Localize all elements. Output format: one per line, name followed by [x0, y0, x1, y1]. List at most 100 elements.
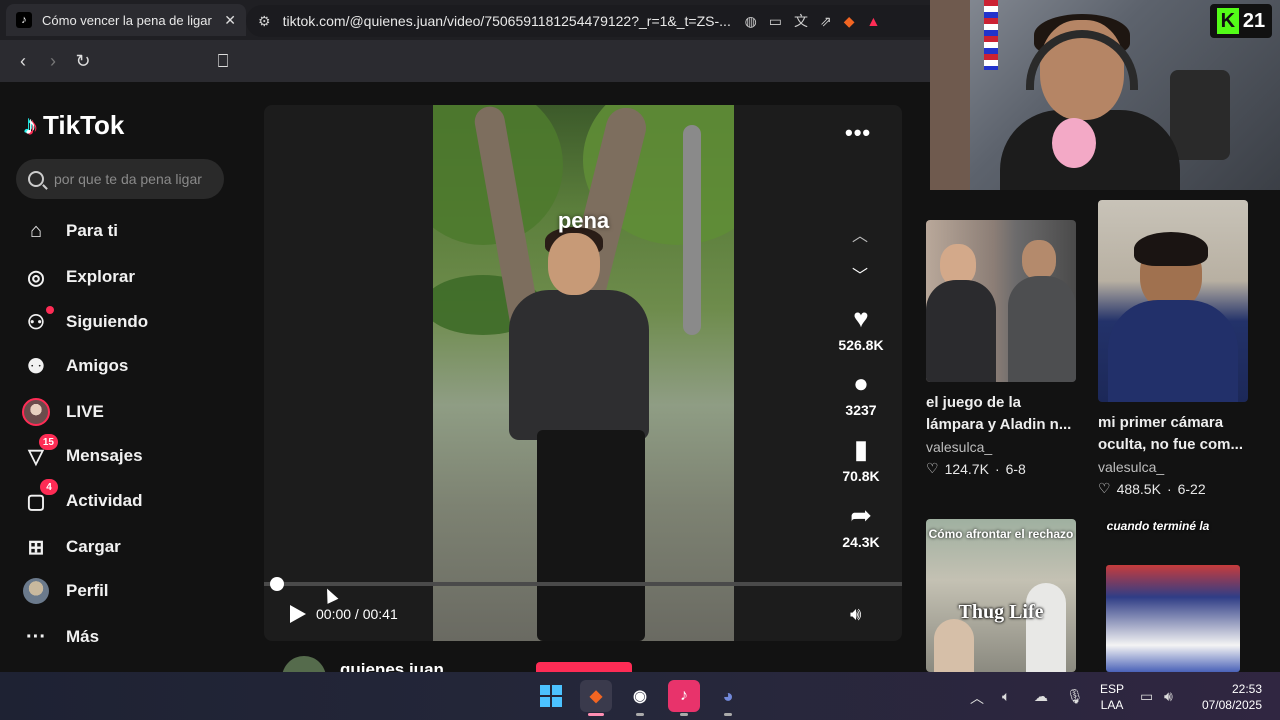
- forward-icon[interactable]: ›: [38, 51, 68, 72]
- comment-icon: ●: [853, 368, 869, 398]
- cast-icon[interactable]: ▭: [769, 13, 782, 30]
- sidebar-item-explorar[interactable]: ◎ Explorar: [22, 257, 242, 297]
- share-icon[interactable]: ⇗: [820, 13, 832, 30]
- speaker-tray-icon[interactable]: 🔈︎: [1002, 688, 1010, 705]
- logo-text: TikTok: [43, 110, 125, 140]
- sidebar-item-para-ti[interactable]: ⌂ Para ti: [22, 211, 242, 251]
- sidebar-item-siguiendo[interactable]: ⚇ Siguiendo: [22, 302, 242, 342]
- save-action[interactable]: ▮ 70.8K: [830, 436, 892, 484]
- rec-thumbnail[interactable]: [926, 220, 1076, 382]
- video-progress-bar[interactable]: [264, 577, 902, 591]
- read-aloud-icon[interactable]: ◍: [745, 13, 757, 30]
- search-input[interactable]: [54, 171, 214, 187]
- messages-icon: ▽ 15: [22, 434, 58, 470]
- rec-likes: 124.7K: [944, 460, 989, 477]
- rec-card[interactable]: mi primer cámara oculta, no fue com... v…: [1098, 200, 1248, 497]
- obs-icon[interactable]: ◉: [624, 680, 656, 712]
- separator: ·: [994, 460, 1000, 477]
- home-icon: ⌂: [29, 219, 43, 242]
- back-icon[interactable]: ‹: [8, 51, 38, 72]
- browser-toolbar: ‹ › ↻ ⎕: [0, 40, 930, 82]
- video-time: 00:00 / 00:41: [316, 606, 398, 622]
- search-icon: [28, 171, 44, 187]
- sidebar-item-label: Actividad: [66, 491, 143, 510]
- brave-rewards-icon[interactable]: ▲: [867, 13, 881, 29]
- activity-badge: 4: [40, 479, 58, 495]
- app-indicator: [724, 713, 732, 716]
- microphone-icon[interactable]: 🎙︎: [1066, 688, 1084, 705]
- network-off-icon[interactable]: ☁: [1034, 688, 1048, 705]
- rec-thumbnail[interactable]: [1098, 200, 1248, 402]
- play-icon[interactable]: [286, 603, 308, 625]
- more-icon: ···: [26, 625, 46, 648]
- save-count: 70.8K: [842, 468, 880, 484]
- volume-tray-icon[interactable]: 🔊︎: [1164, 688, 1173, 705]
- system-clock[interactable]: 22:53 07/08/2025: [1196, 681, 1262, 713]
- address-bar[interactable]: ⚙ tiktok.com/@quienes.juan/video/7506591…: [246, 5, 930, 37]
- close-tab-icon[interactable]: ✕: [224, 12, 236, 29]
- author-name[interactable]: quienes.juan: [340, 660, 444, 672]
- display-icon[interactable]: ▭: [1140, 688, 1153, 705]
- language-indicator[interactable]: ESP LAA: [1098, 681, 1126, 713]
- progress-knob[interactable]: [270, 577, 284, 591]
- rec-card[interactable]: Cómo afrontar el rechazo Thug Life: [926, 519, 1076, 672]
- like-count: 526.8K: [838, 337, 884, 353]
- browser-tab[interactable]: ♪ Cómo vencer la pena de ligar | Ti ✕: [6, 4, 246, 36]
- clock-date: 07/08/2025: [1201, 698, 1262, 712]
- author-avatar[interactable]: [282, 656, 326, 672]
- tiktok-app-icon[interactable]: ♪: [668, 680, 700, 712]
- rec-thumbnail[interactable]: cuando terminé la: [1098, 519, 1248, 672]
- sidebar-item-cargar[interactable]: ⊞ Cargar: [22, 527, 242, 567]
- tiktok-logo[interactable]: ♪ TikTok: [24, 110, 124, 141]
- next-video-icon[interactable]: ﹀: [852, 262, 868, 286]
- rec-thumbnail[interactable]: Cómo afrontar el rechazo Thug Life: [926, 519, 1076, 672]
- live-avatar: [22, 398, 50, 426]
- notification-dot: [46, 306, 54, 314]
- brave-browser-icon[interactable]: ◆: [580, 680, 612, 712]
- volume-icon[interactable]: 🔊︎: [850, 604, 861, 625]
- tray-chevron-icon[interactable]: ︿: [970, 688, 984, 708]
- search-box[interactable]: [16, 159, 224, 199]
- rec-title[interactable]: el juego de la lámpara y Aladin n...: [926, 392, 1076, 436]
- share-action[interactable]: ➦ 24.3K: [830, 502, 892, 550]
- sidebar-item-actividad[interactable]: ▢ 4 Actividad: [22, 479, 242, 521]
- messages-badge: 15: [38, 434, 58, 450]
- sidebar-item-amigos[interactable]: ⚉ Amigos: [22, 346, 242, 386]
- sidebar-item-label: Más: [66, 627, 100, 646]
- sidebar-item-mensajes[interactable]: ▽ 15 Mensajes: [22, 434, 242, 476]
- sidebar-item-label: Mensajes: [66, 446, 143, 465]
- comment-action[interactable]: ● 3237: [830, 370, 892, 418]
- rec-card[interactable]: cuando terminé la: [1098, 519, 1248, 672]
- sidebar-item-mas[interactable]: ··· Más: [22, 617, 242, 657]
- bookmark-icon: ▮: [853, 434, 869, 464]
- kick-logo-icon: K: [1216, 8, 1239, 34]
- more-options-icon[interactable]: •••: [845, 120, 871, 146]
- sidebar-item-live[interactable]: LIVE: [22, 392, 242, 432]
- rec-meta: ♡ 488.5K · 6-22: [1098, 480, 1248, 497]
- video-frame[interactable]: pena: [433, 105, 734, 641]
- rec-title[interactable]: mi primer cámara oculta, no fue com...: [1098, 412, 1248, 456]
- windows-start-icon[interactable]: [535, 680, 567, 712]
- rec-meta: ♡ 124.7K · 6-8: [926, 460, 1076, 477]
- sidebar-item-label: Explorar: [66, 267, 135, 286]
- rec-author[interactable]: valesulca_: [926, 439, 1076, 455]
- translate-icon[interactable]: 文: [794, 11, 808, 31]
- reload-icon[interactable]: ↻: [68, 51, 98, 72]
- rec-author[interactable]: valesulca_: [1098, 459, 1248, 475]
- activity-icon: ▢ 4: [22, 479, 58, 515]
- site-settings-icon[interactable]: ⚙: [258, 13, 271, 30]
- sidebar-item-label: LIVE: [66, 402, 104, 421]
- rec-card[interactable]: el juego de la lámpara y Aladin n... val…: [926, 220, 1076, 477]
- compass-icon: ◎: [27, 266, 45, 289]
- like-action[interactable]: ♥ 526.8K: [830, 305, 892, 353]
- discord-icon[interactable]: ◕: [712, 680, 744, 712]
- app-indicator: [680, 713, 688, 716]
- brave-shield-icon[interactable]: ◆: [844, 13, 855, 30]
- bookmark-icon[interactable]: ⎕: [208, 51, 238, 72]
- separator: ·: [1166, 480, 1172, 497]
- previous-video-icon[interactable]: ︿: [852, 222, 868, 246]
- follow-button[interactable]: [536, 662, 632, 672]
- sidebar-item-perfil[interactable]: Perfil: [22, 571, 242, 611]
- upload-icon: ⊞: [27, 536, 45, 559]
- video-player[interactable]: pena: [264, 105, 902, 641]
